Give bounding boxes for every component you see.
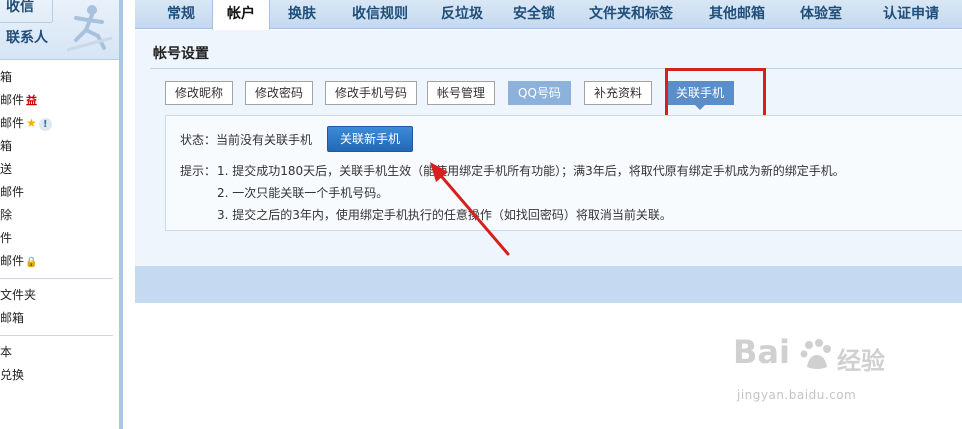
watermark-url: jingyan.baidu.com [737, 388, 857, 402]
title-divider [150, 68, 962, 69]
folder-label: 本 [0, 345, 13, 359]
account-settings-panel: 帐号设置 修改昵称 修改密码 修改手机号码 帐号管理 QQ号码 补充资料 关联手… [135, 30, 962, 266]
tab-security-lock[interactable]: 安全锁 [503, 0, 565, 29]
status-text: 状态：当前没有关联手机 [180, 133, 313, 147]
divider [0, 335, 113, 336]
tip-item: 3. 提交之后的3年内，使用绑定手机执行的任意操作（如找回密码）将取消当前关联。 [217, 208, 672, 222]
header-divider [0, 22, 52, 23]
linked-phone-content: 状态：当前没有关联手机 关联新手机 提示： 1. 提交成功180天后，关联手机生… [165, 115, 962, 231]
divider [0, 278, 113, 279]
folder-item[interactable]: 邮箱 [0, 307, 119, 330]
link-new-phone-button[interactable]: 关联新手机 [327, 126, 413, 152]
red-badge-icon: 益 [26, 94, 38, 107]
folder-list: 箱 邮件益 邮件 ★! 箱 送 邮件 除 件 邮件🔒 文件夹 邮箱 本 兑换 [0, 66, 119, 387]
panel-footer-band [135, 266, 962, 303]
folder-label: 邮件 [0, 93, 25, 107]
folder-item[interactable]: 箱 [0, 66, 119, 89]
folder-label: 邮件 [0, 254, 25, 268]
folder-item[interactable]: 邮件 [0, 181, 119, 204]
folder-label: 送 [0, 162, 13, 176]
sidebar-header: 收信 联系人 [0, 0, 119, 60]
tip-item: 2. 一次只能关联一个手机号码。 [217, 186, 389, 200]
folder-label: 除 [0, 208, 13, 222]
paw-icon [800, 339, 831, 369]
tab-antispam[interactable]: 反垃圾 [431, 0, 493, 29]
folder-item[interactable]: 除 [0, 204, 119, 227]
tab-lab[interactable]: 体验室 [790, 0, 852, 29]
folder-label: 兑换 [0, 368, 25, 382]
lock-icon: 🔒 [25, 257, 38, 268]
watermark-brand-cn: 经验 [837, 347, 885, 375]
watermark-brand: Bai [733, 333, 790, 371]
tip-item: 1. 提交成功180天后，关联手机生效（能使用绑定手机所有功能）；满3年后，将取… [217, 164, 845, 178]
left-sidebar: 收信 联系人 箱 邮件益 邮件 ★! 箱 送 邮件 除 件 邮件🔒 文件夹 邮箱 … [0, 0, 123, 429]
star-icon: ★ [26, 116, 37, 130]
folder-item[interactable]: 文件夹 [0, 284, 119, 307]
page-root: 收信 联系人 箱 邮件益 邮件 ★! 箱 送 邮件 除 件 邮件🔒 文件夹 邮箱 … [0, 0, 962, 429]
folder-label: 邮件 [0, 116, 25, 130]
folder-item[interactable]: 邮件益 [0, 89, 119, 112]
subtab-nickname[interactable]: 修改昵称 [165, 81, 234, 105]
folder-item[interactable]: 件 [0, 227, 119, 250]
tab-skin[interactable]: 换肤 [276, 0, 328, 29]
tab-account[interactable]: 帐户 [212, 0, 270, 30]
header-divider [52, 0, 53, 22]
subtab-account-manage[interactable]: 帐号管理 [427, 81, 496, 105]
folder-item[interactable]: 箱 [0, 135, 119, 158]
folder-item[interactable]: 本 [0, 341, 119, 364]
red-highlight-box [665, 68, 766, 122]
folder-item[interactable]: 送 [0, 158, 119, 181]
tab-other-mailboxes[interactable]: 其他邮箱 [695, 0, 779, 29]
folder-label: 邮件 [0, 185, 25, 199]
folder-label: 邮箱 [0, 311, 25, 325]
folder-item[interactable]: 兑换 [0, 364, 119, 387]
folder-label: 文件夹 [0, 288, 37, 302]
snowboarder-icon [66, 5, 113, 52]
folder-item[interactable]: 邮件🔒 [0, 250, 119, 273]
settings-tab-bar: 常规 帐户 换肤 收信规则 反垃圾 安全锁 文件夹和标签 其他邮箱 体验室 认证… [135, 0, 962, 30]
tab-receive-rules[interactable]: 收信规则 [338, 0, 422, 29]
folder-label: 箱 [0, 139, 13, 153]
subtab-qq-number[interactable]: QQ号码 [508, 81, 571, 105]
info-icon[interactable]: ! [38, 118, 52, 131]
baidu-watermark-logo: Bai 经验 jingyan.baidu.com [733, 333, 913, 423]
tab-folders-labels[interactable]: 文件夹和标签 [581, 0, 681, 29]
tab-general[interactable]: 常规 [153, 0, 209, 29]
subtab-profile[interactable]: 补充资料 [584, 81, 653, 105]
contacts-button[interactable]: 联系人 [6, 27, 48, 47]
subtab-password[interactable]: 修改密码 [245, 81, 314, 105]
tip-label: 提示： [180, 164, 217, 178]
subtab-phone-number[interactable]: 修改手机号码 [325, 81, 418, 105]
tab-verification[interactable]: 认证申请 [864, 0, 958, 29]
folder-label: 件 [0, 231, 13, 245]
folder-label: 箱 [0, 70, 13, 84]
receive-mail-button[interactable]: 收信 [6, 0, 34, 16]
page-title: 帐号设置 [153, 46, 209, 62]
folder-item[interactable]: 邮件 ★! [0, 112, 119, 135]
